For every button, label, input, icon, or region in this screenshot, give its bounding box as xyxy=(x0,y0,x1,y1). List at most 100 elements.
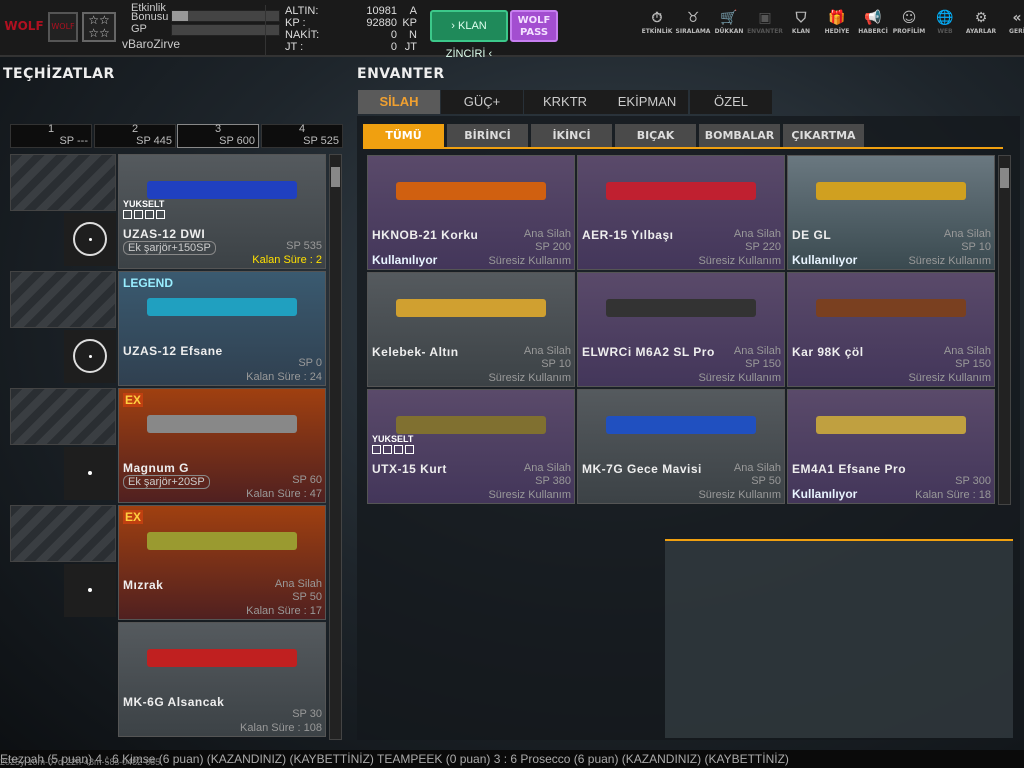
nav-web[interactable]: 🌐 WEB xyxy=(927,8,963,35)
subtab-1[interactable]: BİRİNCİ xyxy=(447,124,528,147)
empty-slot[interactable] xyxy=(10,271,116,328)
subtab-4[interactable]: BOMBALAR xyxy=(699,124,780,147)
weapon-image xyxy=(396,299,546,317)
attachment-slot[interactable] xyxy=(64,564,116,617)
nav-icon: « xyxy=(1012,10,1022,26)
loadout-slot-1[interactable]: 1 SP --- xyxy=(10,123,92,148)
nav-envanter[interactable]: ▣ ENVANTER xyxy=(747,8,783,35)
remaining-time: Kalan Süre : 24 xyxy=(246,371,322,383)
attachment-slot[interactable] xyxy=(64,447,116,500)
nav-etki̇nli̇k[interactable]: ⏱ ETKİNLİK xyxy=(639,8,675,35)
item-type: Ana Silah xyxy=(733,228,781,240)
nav-icon: ⏱ xyxy=(651,10,663,26)
weapon-image xyxy=(816,182,966,200)
weapon-image xyxy=(147,415,297,433)
subtab-5[interactable]: ÇIKARTMA xyxy=(783,124,864,147)
item-name: EM4A1 Efsane Pro xyxy=(792,462,907,476)
subtab-3[interactable]: BIÇAK xyxy=(615,124,696,147)
currency-unit: A xyxy=(409,5,417,17)
inventory-item[interactable]: ELWRCi M6A2 SL Pro Ana Silah SP 150 Süre… xyxy=(577,272,785,387)
item-duration: Süresiz Kullanım xyxy=(698,255,781,267)
wolf-pass-button[interactable]: WOLF PASS xyxy=(510,10,558,42)
inventory-scrollbar[interactable] xyxy=(998,155,1011,505)
remaining-time: Kalan Süre : 47 xyxy=(246,488,322,500)
tab-2[interactable]: KRKTR xyxy=(524,90,606,114)
nav-profi̇li̇m[interactable]: ☺ PROFİLİM xyxy=(891,8,927,35)
subtab-0[interactable]: TÜMÜ xyxy=(363,124,444,147)
item-type: Ana Silah xyxy=(733,462,781,474)
inventory-item[interactable]: MK-7G Gece Mavisi Ana Silah SP 50 Süresi… xyxy=(577,389,785,504)
item-badge: EX xyxy=(123,393,144,407)
item-type: Ana Silah xyxy=(943,345,991,357)
attachment-slot[interactable] xyxy=(64,330,116,383)
item-type: Ana Silah xyxy=(943,228,991,240)
tab-3[interactable]: EKİPMAN xyxy=(606,90,688,114)
crosshair-icon xyxy=(73,339,107,373)
gp-label: GP xyxy=(131,23,147,35)
equipment-scrollbar[interactable] xyxy=(329,154,342,740)
equipped-item-card[interactable]: MK-6G Alsancak SP 30 Kalan Süre : 108 xyxy=(118,622,326,737)
nav-geri̇[interactable]: «GERİ xyxy=(999,8,1024,35)
attachment-slot[interactable] xyxy=(64,213,116,266)
dot-icon xyxy=(88,588,92,592)
item-duration: Süresiz Kullanım xyxy=(698,489,781,501)
inventory-item[interactable]: AER-15 Yılbaşı Ana Silah SP 220 Süresiz … xyxy=(577,155,785,270)
currency-unit: N xyxy=(409,29,417,41)
item-sp: SP 300 xyxy=(955,475,991,487)
item-duration: Süresiz Kullanım xyxy=(488,372,571,384)
tab-1[interactable]: GÜÇ+ xyxy=(441,90,523,114)
item-duration: Kalan Süre : 18 xyxy=(915,489,991,501)
currency-label: JT : xyxy=(285,41,304,53)
item-duration: Süresiz Kullanım xyxy=(488,489,571,501)
remaining-time: Kalan Süre : 17 xyxy=(246,605,322,617)
inventory-item[interactable]: YUKSELT UTX-15 Kurt Ana Silah SP 380 Sür… xyxy=(367,389,575,504)
inventory-item[interactable]: EM4A1 Efsane Pro SP 300 Kullanılıyor Kal… xyxy=(787,389,995,504)
nav-klan[interactable]: ⛉ KLAN xyxy=(783,8,819,35)
weapon-image xyxy=(147,298,297,316)
nav-icon: 🎁 xyxy=(828,10,846,26)
item-duration: Süresiz Kullanım xyxy=(698,372,781,384)
event-bonus-bar xyxy=(171,10,280,22)
extra-magazine: Ek şarjör+20SP xyxy=(123,475,210,489)
inventory-item[interactable]: DE GL Ana Silah SP 10 Kullanılıyor Süres… xyxy=(787,155,995,270)
tab-4[interactable]: ÖZEL xyxy=(690,90,772,114)
empty-slot[interactable] xyxy=(10,388,116,445)
empty-slot[interactable] xyxy=(10,154,116,211)
nav-siralama[interactable]: ♉ SIRALAMA xyxy=(675,8,711,35)
loadout-slot-4[interactable]: 4 SP 525 xyxy=(261,123,343,148)
upgrade-indicator: YUKSELT xyxy=(372,434,416,456)
clan-emblem: WOLF xyxy=(48,12,78,42)
item-badge: EX xyxy=(123,510,144,524)
equipped-item-card[interactable]: YUKSELT UZAS-12 DWI Ek şarjör+150SP SP 5… xyxy=(118,154,326,269)
item-sp: SP 380 xyxy=(535,475,571,487)
loadout-slot-2[interactable]: 2 SP 445 xyxy=(94,123,176,148)
item-sp: SP 220 xyxy=(745,241,781,253)
equipped-item-card[interactable]: LEGEND UZAS-12 Efsane SP 0 Kalan Süre : … xyxy=(118,271,326,386)
item-sp: SP 150 xyxy=(955,358,991,370)
nav-dükkan[interactable]: 🛒 DÜKKAN xyxy=(711,8,747,35)
weapon-image xyxy=(147,649,297,667)
inventory-item[interactable]: HKNOB-21 Korku Ana Silah SP 200 Kullanıl… xyxy=(367,155,575,270)
tab-0[interactable]: SİLAH xyxy=(358,90,440,114)
weapon-image xyxy=(606,299,756,317)
equipped-item-card[interactable]: EX Mızrak Ana Silah SP 50 Kalan Süre : 1… xyxy=(118,505,326,620)
nav-hedi̇ye[interactable]: 🎁 HEDİYE xyxy=(819,8,855,35)
nav-icon: 📢 xyxy=(864,10,882,26)
nav-icon: ⚙ xyxy=(974,10,988,26)
subtab-2[interactable]: İKİNCİ xyxy=(531,124,612,147)
klan-chain-button[interactable]: › KLAN ZİNCİRİ ‹ xyxy=(430,10,508,60)
item-type: Ana Silah xyxy=(523,462,571,474)
inventory-item[interactable]: Kar 98K çöl Ana Silah SP 150 Süresiz Kul… xyxy=(787,272,995,387)
inventory-item[interactable]: Kelebek- Altın Ana Silah SP 10 Süresiz K… xyxy=(367,272,575,387)
nav-haberci̇[interactable]: 📢 HABERCİ xyxy=(855,8,891,35)
equipped-item-card[interactable]: EX Magnum G Ek şarjör+20SP SP 60 Kalan S… xyxy=(118,388,326,503)
empty-slot[interactable] xyxy=(10,505,116,562)
nav-icon: ⛉ xyxy=(795,10,807,26)
item-name: ELWRCi M6A2 SL Pro xyxy=(582,345,715,359)
currency-value: 0 xyxy=(390,29,397,41)
nav-ayarlar[interactable]: ⚙ AYARLAR xyxy=(963,8,999,35)
loadout-slot-3[interactable]: 3 SP 600 xyxy=(177,123,259,148)
crosshair-icon xyxy=(73,222,107,256)
item-name: Kelebek- Altın xyxy=(372,345,459,359)
item-name: Mızrak xyxy=(123,578,164,592)
